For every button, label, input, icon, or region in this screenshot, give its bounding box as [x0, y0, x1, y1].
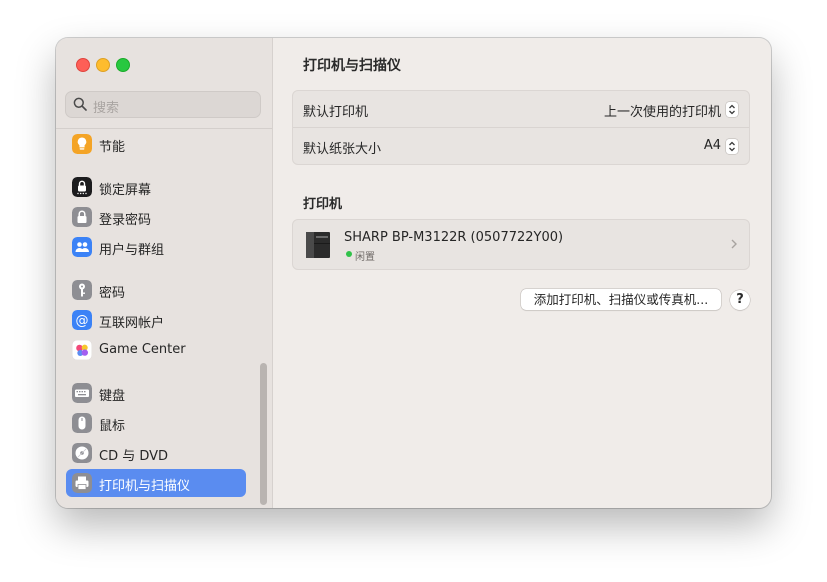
sidebar-item-label: Game Center [99, 342, 186, 357]
search-input[interactable]: 搜索 [65, 91, 261, 118]
sidebar-item-printers-scanners[interactable]: 打印机与扫描仪 [66, 469, 246, 497]
sidebar-item-users-groups[interactable]: 用户与群组 [66, 233, 246, 261]
sidebar-item-label: 鼠标 [99, 419, 126, 434]
sidebar-item-keyboard[interactable]: 键盘 [66, 379, 246, 407]
chevron-up-down-icon[interactable] [726, 139, 738, 154]
search-placeholder: 搜索 [93, 101, 120, 116]
sidebar-item-login-password[interactable]: 登录密码 [66, 203, 246, 231]
users-icon [72, 237, 92, 257]
default-printer-select[interactable]: 上一次使用的打印机 [604, 101, 721, 120]
sidebar-item-passwords[interactable]: 密码 [66, 276, 246, 304]
sidebar-item-label: 键盘 [99, 389, 126, 404]
lock-screen-icon [72, 177, 92, 197]
sidebar-item-game-center[interactable]: Game Center [66, 336, 246, 364]
sidebar-item-energy-saver[interactable]: 节能 [66, 130, 246, 158]
zoom-window-button[interactable] [116, 58, 130, 72]
default-paper-size-select[interactable]: A4 [704, 138, 721, 153]
disc-icon [72, 443, 92, 463]
printer-device-icon [306, 232, 330, 258]
keyboard-icon [72, 383, 92, 403]
default-paper-size-row: 默认纸张大小 A4 [293, 127, 749, 164]
main-panel: 打印机与扫描仪 默认打印机 上一次使用的打印机 默认纸张大小 A4 打印机 SH… [273, 38, 771, 508]
printer-name: SHARP BP-M3122R (0507722Y00) [344, 230, 564, 245]
sidebar-item-mouse[interactable]: 鼠标 [66, 409, 246, 437]
add-printer-button[interactable]: 添加打印机、扫描仪或传真机... [521, 289, 721, 310]
sidebar-item-label: 打印机与扫描仪 [99, 479, 191, 494]
printers-section-title: 打印机 [303, 197, 343, 212]
status-idle-dot-icon [346, 251, 352, 257]
sidebar-scrollbar[interactable] [260, 363, 267, 505]
printer-list-item[interactable]: SHARP BP-M3122R (0507722Y00) 闲置 [292, 219, 750, 270]
search-icon [73, 97, 87, 111]
defaults-group: 默认打印机 上一次使用的打印机 默认纸张大小 A4 [292, 90, 750, 165]
chevron-right-icon [731, 239, 737, 249]
sidebar-item-internet-accounts[interactable]: @ 互联网帐户 [66, 306, 246, 334]
sidebar-divider [56, 128, 272, 129]
at-sign-icon: @ [72, 310, 92, 330]
lightbulb-icon [72, 134, 92, 154]
default-printer-row: 默认打印机 上一次使用的打印机 [293, 91, 749, 127]
close-window-button[interactable] [76, 58, 90, 72]
sidebar-item-lock-screen[interactable]: 锁定屏幕 [66, 173, 246, 201]
chevron-up-down-icon[interactable] [726, 102, 738, 117]
default-printer-label: 默认打印机 [303, 105, 369, 120]
default-paper-size-label: 默认纸张大小 [303, 142, 382, 157]
sidebar-item-label: 锁定屏幕 [99, 183, 152, 198]
lock-icon [72, 207, 92, 227]
printer-icon [72, 473, 92, 493]
key-icon [72, 280, 92, 300]
sidebar-item-label: 用户与群组 [99, 243, 165, 258]
mouse-icon [72, 413, 92, 433]
sidebar-item-label: CD 与 DVD [99, 449, 169, 464]
sidebar-item-cd-dvd[interactable]: CD 与 DVD [66, 439, 246, 467]
sidebar: 搜索 节能 锁定屏幕 登录密码 用户与群组 密码 @ 互联网帐户 Game Ce… [56, 38, 273, 508]
page-title: 打印机与扫描仪 [303, 58, 401, 74]
sidebar-item-label: 密码 [99, 286, 126, 301]
game-center-icon [72, 340, 92, 360]
sidebar-item-label: 登录密码 [99, 213, 152, 228]
help-button[interactable]: ? [730, 290, 750, 310]
sidebar-item-label: 节能 [99, 140, 126, 155]
printer-status: 闲置 [355, 252, 375, 263]
settings-window: 搜索 节能 锁定屏幕 登录密码 用户与群组 密码 @ 互联网帐户 Game Ce… [56, 38, 771, 508]
sidebar-item-label: 互联网帐户 [99, 316, 165, 331]
svg-text:@: @ [76, 314, 89, 329]
minimize-window-button[interactable] [96, 58, 110, 72]
